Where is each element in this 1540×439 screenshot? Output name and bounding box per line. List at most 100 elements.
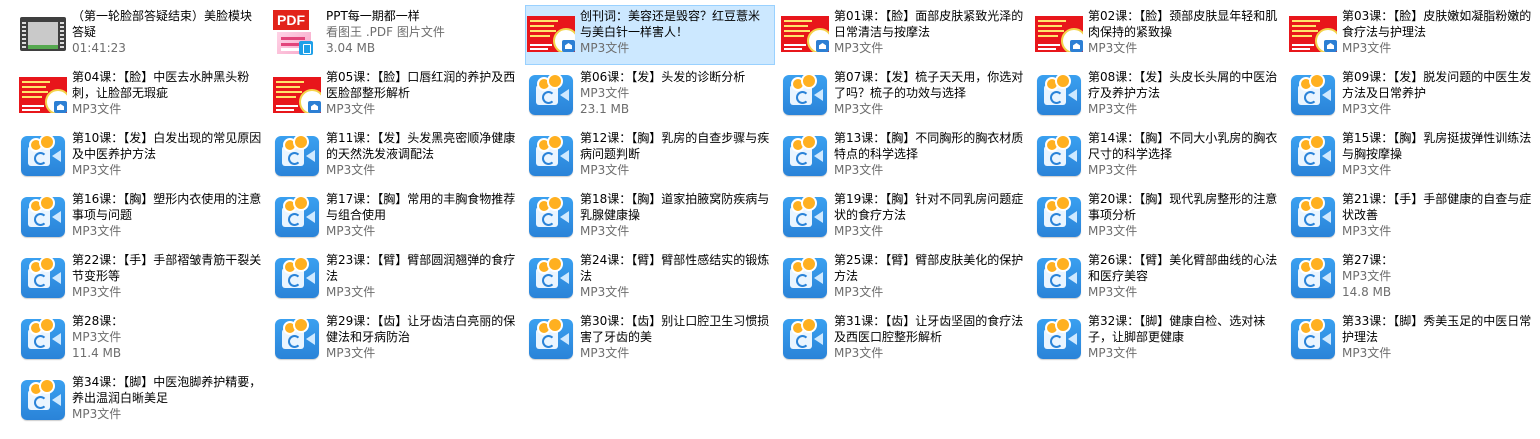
- file-item[interactable]: 第19课：【胸】针对不同乳房问题症状的食疗方法 MP3文件: [779, 188, 1029, 248]
- file-text: 第27课： MP3文件 14.8 MB: [1342, 252, 1533, 300]
- file-type: MP3文件: [834, 41, 884, 55]
- file-item[interactable]: 第34课：【脚】中医泡脚养护精要，养出温润白晰美足 MP3文件: [17, 371, 267, 431]
- file-type: MP3文件: [834, 102, 884, 116]
- file-type: MP3文件: [72, 102, 122, 116]
- file-item[interactable]: 第03课：【脸】皮肤嫩如凝脂粉嫩的食疗法与护理法 MP3文件: [1287, 5, 1537, 65]
- file-name: 第24课：【臂】臂部性感结实的锻炼法: [580, 253, 770, 283]
- file-name: 第13课：【胸】不同胸形的胸衣材质特点的科学选择: [834, 131, 1024, 161]
- file-item[interactable]: 第10课：【发】白发出现的常见原因及中医养护方法 MP3文件: [17, 127, 267, 187]
- file-item[interactable]: 第26课：【臂】美化臂部曲线的心法和医疗美容 MP3文件: [1033, 249, 1283, 309]
- file-name: 第15课：【胸】乳房挺拔弹性训练法与胸按摩操: [1342, 131, 1532, 161]
- mp3-file-icon: [781, 71, 829, 119]
- file-name: 第08课：【发】头皮长头屑的中医治疗及养护方法: [1088, 70, 1278, 100]
- file-type: MP3文件: [1342, 102, 1392, 116]
- file-item[interactable]: 第14课：【胸】不同大小乳房的胸衣尺寸的科学选择 MP3文件: [1033, 127, 1283, 187]
- mp3-file-icon: [273, 193, 321, 241]
- file-name: 第14课：【胸】不同大小乳房的胸衣尺寸的科学选择: [1088, 131, 1278, 161]
- file-text: 第20课：【胸】现代乳房整形的注意事项分析 MP3文件: [1088, 191, 1279, 239]
- file-name: 创刊词：美容还是毁容？红豆薏米与美白针一样害人！: [580, 9, 761, 39]
- file-name: 第31课：【齿】让牙齿坚固的食疗法及西医口腔整形解析: [834, 314, 1024, 344]
- file-type: MP3文件: [72, 285, 122, 299]
- file-item[interactable]: 第12课：【胸】乳房的自查步骤与疾病问题判断 MP3文件: [525, 127, 775, 187]
- file-name: 第11课：【发】头发黑亮密顺净健康的天然洗发液调配法: [326, 131, 516, 161]
- file-size: 23.1 MB: [580, 102, 630, 116]
- file-item[interactable]: 第15课：【胸】乳房挺拔弹性训练法与胸按摩操 MP3文件: [1287, 127, 1537, 187]
- file-item[interactable]: 第21课：【手】手部健康的自查与症状改善 MP3文件: [1287, 188, 1537, 248]
- file-item[interactable]: 第08课：【发】头皮长头屑的中医治疗及养护方法 MP3文件: [1033, 66, 1283, 126]
- file-item[interactable]: 第25课：【臂】臂部皮肤美化的保护方法 MP3文件: [779, 249, 1029, 309]
- file-item[interactable]: PDF PPT每一期都一样 看图王 .PDF 图片文件 3.04 MB: [271, 5, 521, 65]
- file-name: 第03课：【脸】皮肤嫩如凝脂粉嫩的食疗法与护理法: [1342, 9, 1532, 39]
- file-name: 第07课：【发】梳子天天用，你选对了吗？梳子的功效与选择: [834, 70, 1024, 100]
- file-text: 第23课：【臂】臂部圆润翘弹的食疗法 MP3文件: [326, 252, 517, 300]
- file-text: 第29课：【齿】让牙齿洁白亮丽的保健法和牙病防治 MP3文件: [326, 313, 517, 361]
- file-item[interactable]: 第32课：【脚】健康自检、选对袜子，让脚部更健康 MP3文件: [1033, 310, 1283, 370]
- mp3-file-icon: [781, 193, 829, 241]
- file-type: MP3文件: [1088, 163, 1138, 177]
- file-item[interactable]: 第24课：【臂】臂部性感结实的锻炼法 MP3文件: [525, 249, 775, 309]
- file-type: MP3文件: [1088, 346, 1138, 360]
- file-item[interactable]: 第13课：【胸】不同胸形的胸衣材质特点的科学选择 MP3文件: [779, 127, 1029, 187]
- mp3-file-icon: [1035, 254, 1083, 302]
- file-type: MP3文件: [580, 285, 630, 299]
- file-text: 第18课：【胸】道家拍腋窝防疾病与乳腺健康操 MP3文件: [580, 191, 771, 239]
- file-item[interactable]: 第05课：【脸】口唇红润的养护及西医脸部整形解析 MP3文件: [271, 66, 521, 126]
- file-type: MP3文件: [580, 163, 630, 177]
- file-name: （第一轮脸部答疑结束）美脸模块答疑: [72, 9, 253, 39]
- file-type: MP3文件: [580, 41, 630, 55]
- file-text: 第04课：【脸】中医去水肿黑头粉刺，让脸部无瑕疵 MP3文件: [72, 69, 263, 117]
- file-text: 第32课：【脚】健康自检、选对袜子，让脚部更健康 MP3文件: [1088, 313, 1279, 361]
- file-type: MP3文件: [1342, 269, 1392, 283]
- file-name: 第04课：【脸】中医去水肿黑头粉刺，让脸部无瑕疵: [72, 70, 250, 100]
- mp3-file-icon: [1289, 71, 1337, 119]
- file-name: 第19课：【胸】针对不同乳房问题症状的食疗方法: [834, 192, 1024, 222]
- file-item[interactable]: 第20课：【胸】现代乳房整形的注意事项分析 MP3文件: [1033, 188, 1283, 248]
- file-item[interactable]: 第30课：【齿】别让口腔卫生习惯损害了牙齿的美 MP3文件: [525, 310, 775, 370]
- file-text: 第11课：【发】头发黑亮密顺净健康的天然洗发液调配法 MP3文件: [326, 130, 517, 178]
- file-item[interactable]: 第07课：【发】梳子天天用，你选对了吗？梳子的功效与选择 MP3文件: [779, 66, 1029, 126]
- file-type: MP3文件: [834, 163, 884, 177]
- file-type: MP3文件: [72, 407, 122, 421]
- file-size: 11.4 MB: [72, 346, 122, 360]
- file-item[interactable]: 第18课：【胸】道家拍腋窝防疾病与乳腺健康操 MP3文件: [525, 188, 775, 248]
- file-type: MP3文件: [1342, 41, 1392, 55]
- file-item[interactable]: （第一轮脸部答疑结束）美脸模块答疑 01:41:23: [17, 5, 267, 65]
- file-item[interactable]: 第06课：【发】头发的诊断分析 MP3文件 23.1 MB: [525, 66, 775, 126]
- red-cover-thumbnail: [527, 10, 575, 58]
- file-name: 第09课：【发】脱发问题的中医生发方法及日常养护: [1342, 70, 1532, 100]
- red-cover-thumbnail: [273, 71, 321, 119]
- file-item[interactable]: 第02课：【脸】颈部皮肤显年轻和肌肉保持的紧致操 MP3文件: [1033, 5, 1283, 65]
- mp3-file-icon: [273, 315, 321, 363]
- file-name: PPT每一期都一样: [326, 9, 420, 23]
- file-name: 第12课：【胸】乳房的自查步骤与疾病问题判断: [580, 131, 770, 161]
- file-name: 第21课：【手】手部健康的自查与症状改善: [1342, 192, 1532, 222]
- file-item[interactable]: 第17课：【胸】常用的丰胸食物推荐与组合使用 MP3文件: [271, 188, 521, 248]
- file-type: MP3文件: [326, 224, 376, 238]
- mp3-file-icon: [19, 315, 67, 363]
- pdf-label: PDF: [273, 10, 309, 30]
- mp3-file-icon: [1289, 193, 1337, 241]
- file-item[interactable]: 第33课：【脚】秀美玉足的中医日常护理法 MP3文件: [1287, 310, 1537, 370]
- file-type: MP3文件: [72, 330, 122, 344]
- file-item[interactable]: 第28课： MP3文件 11.4 MB: [17, 310, 267, 370]
- file-item[interactable]: 第27课： MP3文件 14.8 MB: [1287, 249, 1537, 309]
- mp3-file-icon: [527, 193, 575, 241]
- file-type: MP3文件: [326, 163, 376, 177]
- file-name: 第01课：【脸】面部皮肤紧致光泽的日常清洁与按摩法: [834, 9, 1024, 39]
- file-item[interactable]: 第04课：【脸】中医去水肿黑头粉刺，让脸部无瑕疵 MP3文件: [17, 66, 267, 126]
- file-item[interactable]: 第31课：【齿】让牙齿坚固的食疗法及西医口腔整形解析 MP3文件: [779, 310, 1029, 370]
- file-name: 第20课：【胸】现代乳房整形的注意事项分析: [1088, 192, 1278, 222]
- file-item[interactable]: 第23课：【臂】臂部圆润翘弹的食疗法 MP3文件: [271, 249, 521, 309]
- file-text: 第17课：【胸】常用的丰胸食物推荐与组合使用 MP3文件: [326, 191, 517, 239]
- file-item[interactable]: 第11课：【发】头发黑亮密顺净健康的天然洗发液调配法 MP3文件: [271, 127, 521, 187]
- file-name: 第32课：【脚】健康自检、选对袜子，让脚部更健康: [1088, 314, 1266, 344]
- file-item[interactable]: 第22课：【手】手部褶皱青筋干裂关节变形等 MP3文件: [17, 249, 267, 309]
- file-type: MP3文件: [326, 102, 376, 116]
- file-item[interactable]: 第16课：【胸】塑形内衣使用的注意事项与问题 MP3文件: [17, 188, 267, 248]
- file-item[interactable]: 第01课：【脸】面部皮肤紧致光泽的日常清洁与按摩法 MP3文件: [779, 5, 1029, 65]
- file-item[interactable]: 第09课：【发】脱发问题的中医生发方法及日常养护 MP3文件: [1287, 66, 1537, 126]
- file-text: 第31课：【齿】让牙齿坚固的食疗法及西医口腔整形解析 MP3文件: [834, 313, 1025, 361]
- red-cover-thumbnail: [1035, 10, 1083, 58]
- file-item[interactable]: 第29课：【齿】让牙齿洁白亮丽的保健法和牙病防治 MP3文件: [271, 310, 521, 370]
- file-item[interactable]: 创刊词：美容还是毁容？红豆薏米与美白针一样害人！ MP3文件: [525, 5, 775, 65]
